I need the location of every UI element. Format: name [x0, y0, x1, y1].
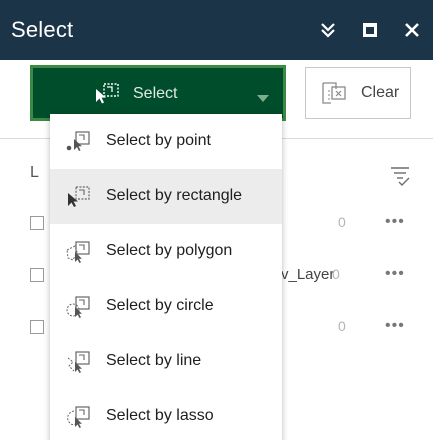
menu-item-label: Select by lasso [106, 407, 214, 424]
filter-icon[interactable] [389, 164, 411, 191]
more-options-icon[interactable]: ••• [385, 265, 405, 283]
menu-item-label: Select by line [106, 352, 202, 369]
more-options-icon[interactable]: ••• [385, 213, 405, 231]
menu-item-label: Select by polygon [106, 242, 233, 259]
widget-titlebar: Select [0, 0, 433, 60]
select-lasso-icon [65, 405, 93, 429]
select-rectangle-icon [65, 185, 93, 209]
select-panel: Select Clear L 0 ••• v_Layer 0 ••• 0 •••… [0, 60, 433, 440]
select-point-icon [65, 130, 93, 154]
menu-item-select-by-lasso[interactable]: Select by lasso [50, 389, 282, 440]
close-icon[interactable] [391, 0, 433, 60]
clear-button[interactable]: Clear [305, 67, 411, 119]
menu-item-select-by-circle[interactable]: Select by circle [50, 279, 282, 334]
clear-button-label: Clear [361, 84, 400, 101]
titlebar-actions [307, 0, 433, 60]
layer-name: v_Layer [281, 266, 335, 283]
layer-count: 0 [332, 266, 340, 282]
maximize-icon[interactable] [349, 0, 391, 60]
select-mode-menu: Select by point Select by rectangle Sele… [50, 114, 282, 440]
collapse-icon[interactable] [307, 0, 349, 60]
menu-item-select-by-polygon[interactable]: Select by polygon [50, 224, 282, 279]
layer-count: 0 [338, 214, 346, 230]
menu-item-label: Select by circle [106, 297, 214, 314]
select-button[interactable]: Select [30, 65, 286, 121]
menu-item-select-by-rectangle[interactable]: Select by rectangle [50, 169, 282, 224]
menu-item-label: Select by rectangle [106, 187, 243, 204]
select-button-label: Select [133, 85, 178, 102]
more-options-icon[interactable]: ••• [385, 317, 405, 335]
layer-checkbox[interactable] [30, 320, 44, 334]
clear-selection-icon [320, 80, 348, 111]
layer-checkbox[interactable] [30, 268, 44, 282]
widget-title: Select [11, 17, 74, 42]
layer-count: 0 [338, 318, 346, 334]
select-rectangle-icon [93, 82, 121, 109]
select-polygon-icon [65, 240, 93, 264]
layer-checkbox[interactable] [30, 216, 44, 230]
menu-item-select-by-line[interactable]: Select by line [50, 334, 282, 389]
layers-header: L [30, 164, 39, 181]
menu-item-select-by-point[interactable]: Select by point [50, 114, 282, 169]
menu-item-label: Select by point [106, 132, 211, 149]
select-circle-icon [65, 295, 93, 319]
select-line-icon [65, 350, 93, 374]
chevron-down-icon [257, 90, 269, 108]
